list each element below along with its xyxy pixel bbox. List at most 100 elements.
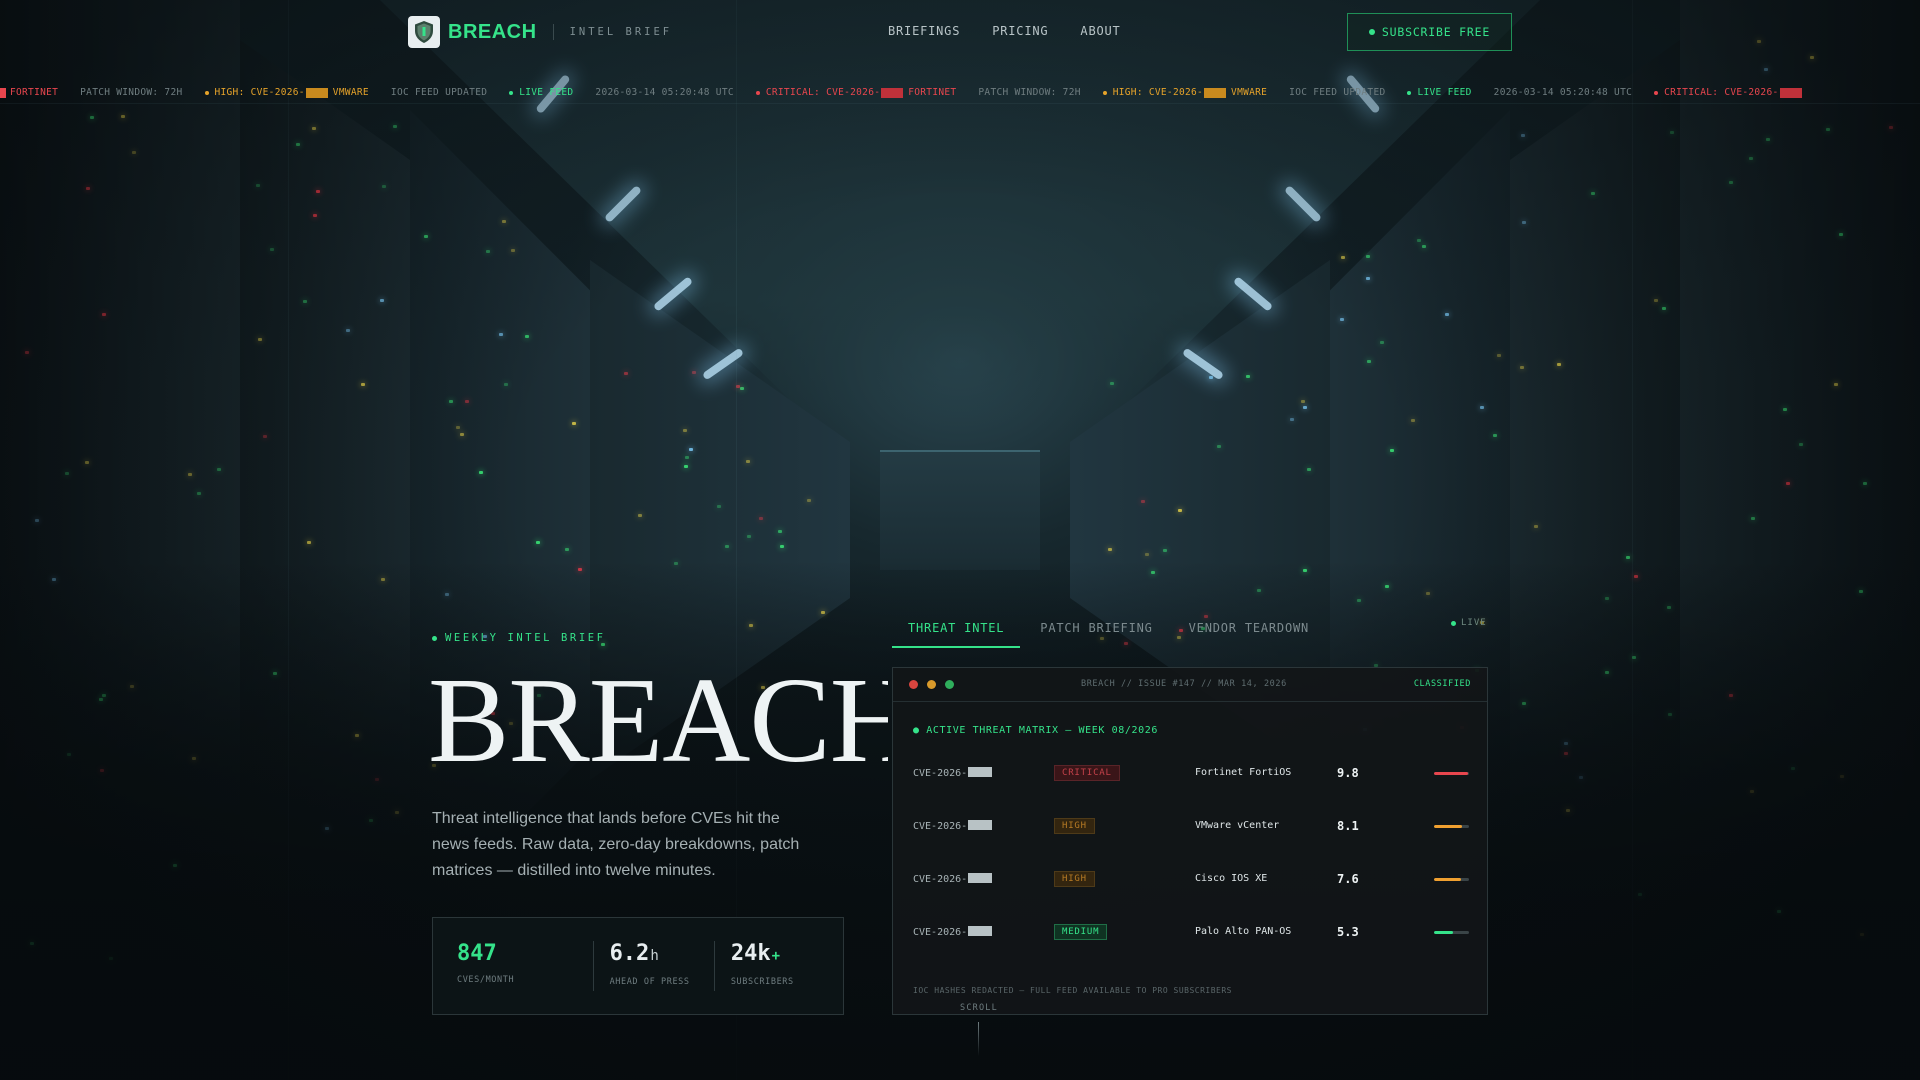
main-nav: BRIEFINGS PRICING ABOUT	[888, 24, 1121, 38]
brand-logo[interactable]: BREACH INTEL BRIEF	[408, 16, 672, 48]
ticker-text: FORTINET	[10, 87, 59, 98]
redacted-block	[968, 820, 993, 830]
stat-value: 24k	[730, 941, 771, 966]
ticker-bullet-icon	[509, 90, 514, 95]
stat-unit: +	[771, 948, 781, 964]
score-bar	[1434, 825, 1469, 828]
cve-id: CVE-2026-	[913, 820, 993, 832]
panel-footer-note: IOC HASHES REDACTED — FULL FEED AVAILABL…	[913, 986, 1232, 995]
content-tabs: THREAT INTEL PATCH BRIEFING VENDOR TEARD…	[892, 615, 1329, 648]
stats-card: 847 CVES/MONTH 6.2h AHEAD OF PRESS 24k+ …	[432, 917, 844, 1015]
scroll-indicator-line	[978, 1022, 979, 1056]
live-dot-icon	[1451, 620, 1456, 626]
vendor-name: VMware vCenter	[1195, 820, 1280, 831]
redacted-block	[968, 873, 993, 883]
tab-patch-briefing[interactable]: PATCH BRIEFING	[1024, 615, 1168, 648]
stat-ahead: 6.2h AHEAD OF PRESS	[592, 941, 714, 991]
ticker-text: HIGH: CVE-2026-	[1112, 87, 1204, 98]
nav-briefings[interactable]: BRIEFINGS	[888, 24, 960, 38]
site-header: BREACH INTEL BRIEF BRIEFINGS PRICING ABO…	[0, 0, 1920, 62]
ticker-bullet-icon	[1654, 90, 1659, 95]
ticker-text: HIGH: CVE-2026-	[214, 87, 305, 98]
redacted-block	[968, 767, 993, 777]
ticker-text: VMWARE	[332, 87, 369, 98]
threat-row[interactable]: CVE-2026- CRITICAL Fortinet FortiOS 9.8	[913, 763, 1469, 787]
ticker-text: CRITICAL: CVE-2026-	[1664, 87, 1779, 98]
hero-title: BREACH	[428, 660, 888, 780]
classification-label: CLASSIFIED	[1413, 679, 1471, 689]
ticker-text: PATCH WINDOW: 72H	[80, 87, 183, 98]
live-indicator: LIVE	[1451, 618, 1487, 628]
window-minimize-dot-icon	[927, 680, 936, 689]
nav-pricing[interactable]: PRICING	[992, 24, 1048, 38]
hero-title-container: BREACH	[428, 660, 888, 780]
tab-threat-intel[interactable]: THREAT INTEL	[892, 615, 1021, 648]
ticker-bullet-icon	[755, 90, 760, 95]
stat-label: AHEAD OF PRESS	[609, 977, 690, 987]
redacted-block	[881, 87, 904, 98]
threat-matrix-panel: BREACH // ISSUE #147 // MAR 14, 2026 CLA…	[892, 667, 1488, 1015]
scroll-indicator-label[interactable]: SCROLL	[960, 1003, 998, 1013]
nav-about[interactable]: ABOUT	[1080, 24, 1120, 38]
stat-value: 6.2	[609, 941, 650, 966]
vendor-name: Palo Alto PAN-OS	[1195, 926, 1292, 937]
threat-row[interactable]: CVE-2026- MEDIUM Palo Alto PAN-OS 5.3	[913, 922, 1469, 946]
ticker-text: PATCH WINDOW: 72H	[978, 87, 1081, 98]
ticker-item: CRITICAL: CVE-2026-	[1654, 87, 1802, 98]
ticker-text: VMWARE	[1231, 87, 1268, 98]
ticker-item: IOC FEED UPDATED	[1289, 87, 1385, 98]
severity-badge: MEDIUM	[1054, 924, 1108, 940]
ticker-text: 2026-03-14 05:20:48 UTC	[1493, 87, 1633, 98]
score-bar	[1434, 878, 1469, 881]
ticker-text: IOC FEED UPDATED	[390, 87, 488, 98]
matrix-title: ● ACTIVE THREAT MATRIX — WEEK 08/2026	[913, 725, 1158, 736]
ticker-item: 2026-03-14 05:20:48 UTC	[595, 87, 733, 98]
subscribe-label: SUBSCRIBE FREE	[1381, 25, 1491, 39]
ticker-item: 2026-03-14 05:20:48 UTC	[1494, 87, 1632, 98]
ticker-text: 2026-03-14 05:20:48 UTC	[595, 87, 734, 98]
vendor-name: Cisco IOS XE	[1195, 873, 1268, 884]
redacted-block	[1779, 87, 1802, 98]
ticker-item: PATCH WINDOW: 72H	[80, 87, 182, 98]
stat-value: 847	[457, 941, 497, 966]
threat-row[interactable]: CVE-2026- HIGH VMware vCenter 8.1	[913, 816, 1469, 840]
tab-vendor-teardown[interactable]: VENDOR TEARDOWN	[1173, 615, 1325, 648]
score-bar	[1434, 772, 1469, 775]
ticker-item: LIVE FEED	[509, 87, 573, 98]
vendor-name: Fortinet FortiOS	[1195, 767, 1292, 778]
ticker-text: LIVE FEED	[519, 87, 574, 98]
threat-row[interactable]: CVE-2026- HIGH Cisco IOS XE 7.6	[913, 869, 1469, 893]
stat-cves: 847 CVES/MONTH	[457, 941, 593, 991]
brand-name: BREACH	[448, 20, 537, 43]
ticker-text: FORTINET	[908, 87, 957, 98]
severity-badge: CRITICAL	[1054, 765, 1120, 781]
score-bar	[1434, 931, 1469, 934]
ticker-text: IOC FEED UPDATED	[1289, 87, 1386, 98]
ticker-item: FORTINET	[0, 87, 58, 98]
ticker-bullet-icon	[1407, 90, 1412, 95]
subscribe-free-button[interactable]: SUBSCRIBE FREE	[1347, 13, 1512, 51]
cvss-score: 7.6	[1337, 872, 1359, 886]
issue-path: BREACH // ISSUE #147 // MAR 14, 2026	[1081, 679, 1287, 689]
cvss-score: 8.1	[1337, 819, 1359, 833]
brand-divider	[552, 24, 554, 40]
severity-badge: HIGH	[1054, 871, 1095, 887]
ticker-bullet-icon	[204, 90, 209, 95]
hero-eyebrow: WEEKLY INTEL BRIEF	[432, 632, 606, 644]
stat-label: SUBSCRIBERS	[730, 977, 794, 987]
news-ticker: FORTINET PATCH WINDOW: 72H HIGH: CVE-2026-…	[0, 84, 1920, 104]
window-maximize-dot-icon	[945, 680, 954, 689]
cve-id: CVE-2026-	[913, 873, 993, 885]
panel-titlebar: BREACH // ISSUE #147 // MAR 14, 2026 CLA…	[893, 668, 1487, 702]
brand-tagline: INTEL BRIEF	[569, 26, 673, 38]
ticker-marker-icon	[0, 87, 6, 98]
status-dot-icon	[1368, 29, 1375, 35]
ticker-item: PATCH WINDOW: 72H	[978, 87, 1080, 98]
stat-unit: h	[650, 948, 659, 964]
ticker-text: LIVE FEED	[1417, 87, 1472, 98]
cve-id: CVE-2026-	[913, 926, 993, 938]
cvss-score: 5.3	[1337, 925, 1359, 939]
ticker-bullet-icon	[1102, 90, 1107, 95]
cve-id: CVE-2026-	[913, 767, 993, 779]
stat-label: CVES/MONTH	[457, 975, 515, 985]
